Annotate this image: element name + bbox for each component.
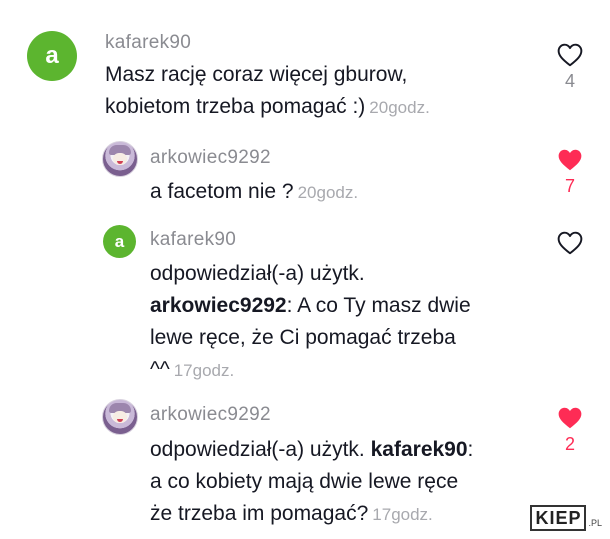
timestamp: 17godz. — [372, 505, 433, 524]
watermark-suffix: .PL — [588, 518, 602, 528]
heart-icon[interactable] — [555, 406, 585, 430]
comment-line: a co kobiety mają dwie lewe ręce — [150, 470, 459, 493]
timestamp: 17godz. — [173, 361, 235, 380]
like-count: 4 — [564, 71, 575, 91]
reply-prefix: odpowiedział(-a) użytk. — [150, 262, 365, 285]
reply-prefix: odpowiedział(-a) użytk. — [150, 438, 365, 461]
comment-line: odpowiedział(-a) użytk. kafarek90: — [150, 434, 473, 466]
heart-icon[interactable] — [555, 148, 585, 172]
username[interactable]: arkowiec9292 — [150, 404, 271, 426]
mention-link[interactable]: kafarek90 — [371, 438, 468, 461]
comment-line-text: a facetom nie ? — [150, 180, 294, 203]
comment-line-text: ^^ — [150, 358, 170, 381]
like-button[interactable]: 4 — [555, 43, 585, 92]
comment-text: odpowiedział(-a) użytk. arkowiec9292: A … — [150, 258, 471, 387]
avatar[interactable]: a — [103, 225, 136, 258]
comment-text: a facetom nie ? 20godz. — [150, 176, 358, 209]
comment-line: lewe ręce, że Ci pomagać trzeba — [150, 326, 456, 349]
like-count: 7 — [564, 176, 575, 196]
comment-3: a kafarek90 odpowiedział(-a) użytk. arko… — [0, 220, 610, 395]
comment-line-text: kobietom trzeba pomagać :) — [105, 95, 366, 118]
comment-4: arkowiec9292 odpowiedział(-a) użytk. kaf… — [0, 395, 610, 539]
like-count: 2 — [564, 434, 575, 454]
site-watermark: KIEP .PL — [530, 505, 602, 531]
heart-icon[interactable] — [555, 231, 585, 255]
like-button[interactable] — [555, 231, 585, 259]
like-button[interactable]: 7 — [555, 148, 585, 197]
comment-2: arkowiec9292 a facetom nie ? 20godz. 7 — [0, 130, 610, 220]
comment-line-text: : A co Ty masz dwie — [286, 294, 471, 317]
comment-line: Masz rację coraz więcej gburow, — [105, 63, 408, 86]
username[interactable]: kafarek90 — [105, 32, 191, 54]
username[interactable]: arkowiec9292 — [150, 147, 271, 169]
comment-line: a facetom nie ? 20godz. — [150, 176, 358, 209]
comment-text: odpowiedział(-a) użytk. kafarek90: a co … — [150, 434, 473, 531]
mention-link[interactable]: arkowiec9292 — [150, 294, 287, 317]
timestamp: 20godz. — [369, 98, 430, 117]
heart-icon[interactable] — [555, 43, 585, 67]
comment-line-text: : — [467, 438, 474, 461]
comment-text: Masz rację coraz więcej gburow, kobietom… — [105, 59, 430, 124]
comment-line: arkowiec9292: A co Ty masz dwie — [150, 290, 471, 322]
comment-line-text: że trzeba im pomagać? — [150, 502, 369, 525]
watermark-logo: KIEP — [530, 505, 587, 531]
comment-1: a kafarek90 Masz rację coraz więcej gbur… — [0, 0, 610, 130]
comment-line: ^^ 17godz. — [150, 354, 471, 387]
avatar[interactable]: a — [27, 31, 77, 81]
username[interactable]: kafarek90 — [150, 229, 236, 251]
timestamp: 20godz. — [297, 183, 359, 202]
like-button[interactable]: 2 — [555, 406, 585, 455]
comment-line: kobietom trzeba pomagać :) 20godz. — [105, 91, 430, 124]
avatar[interactable] — [102, 141, 138, 177]
avatar[interactable] — [102, 399, 138, 435]
comment-line: że trzeba im pomagać? 17godz. — [150, 498, 473, 531]
